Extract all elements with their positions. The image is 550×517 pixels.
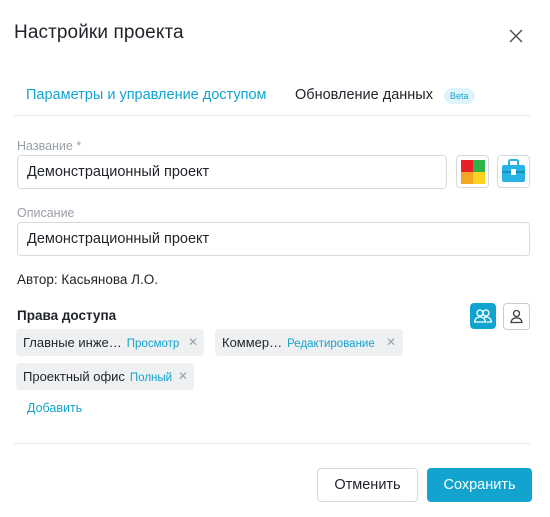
access-chip: Главные инже… Просмотр ✕ — [16, 329, 204, 356]
beta-badge: Beta — [444, 88, 475, 104]
save-button[interactable]: Сохранить — [427, 468, 532, 502]
groups-view-toggle[interactable] — [470, 303, 496, 329]
author-text: Автор: Касьянова Л.О. — [17, 272, 158, 287]
user-icon — [510, 309, 523, 324]
user-view-toggle[interactable] — [503, 303, 530, 330]
required-mark: * — [76, 139, 82, 153]
tab-data-update[interactable]: Обновление данных — [295, 87, 433, 103]
dialog-title: Настройки проекта — [14, 22, 184, 43]
access-rights-title: Права доступа — [17, 308, 117, 323]
close-icon[interactable] — [506, 26, 526, 46]
access-chip-name: Главные инже… — [23, 335, 122, 350]
cancel-button[interactable]: Отменить — [317, 468, 418, 502]
tab-bar: Параметры и управление доступом Обновлен… — [14, 82, 530, 116]
briefcase-icon — [502, 159, 525, 182]
color-picker-button[interactable] — [456, 155, 489, 188]
users-group-icon — [473, 309, 493, 323]
access-chip-name: Коммер… — [222, 335, 283, 350]
tab-parameters-access[interactable]: Параметры и управление доступом — [26, 87, 267, 103]
footer-divider — [14, 443, 530, 444]
remove-icon[interactable]: ✕ — [386, 329, 396, 356]
color-squares-icon — [461, 160, 485, 184]
access-chip: Коммер… Редактирование ✕ — [215, 329, 403, 356]
description-input[interactable]: Демонстрационный проект — [17, 222, 530, 256]
access-chip-role[interactable]: Просмотр — [127, 338, 180, 350]
name-field-label: Название * — [17, 139, 82, 153]
description-field-label: Описание — [17, 206, 75, 220]
access-chip-name: Проектный офис — [23, 369, 125, 384]
remove-icon[interactable]: ✕ — [188, 329, 198, 356]
access-chip-role[interactable]: Полный — [130, 372, 172, 384]
access-chip: Проектный офис Полный ✕ — [16, 363, 194, 390]
project-name-input[interactable]: Демонстрационный проект — [17, 155, 447, 189]
project-settings-dialog: Настройки проекта Параметры и управление… — [0, 0, 550, 517]
remove-icon[interactable]: ✕ — [178, 363, 188, 390]
icon-picker-button[interactable] — [497, 155, 530, 188]
access-chip-role[interactable]: Редактирование — [287, 338, 375, 350]
add-access-link[interactable]: Добавить — [27, 401, 82, 415]
